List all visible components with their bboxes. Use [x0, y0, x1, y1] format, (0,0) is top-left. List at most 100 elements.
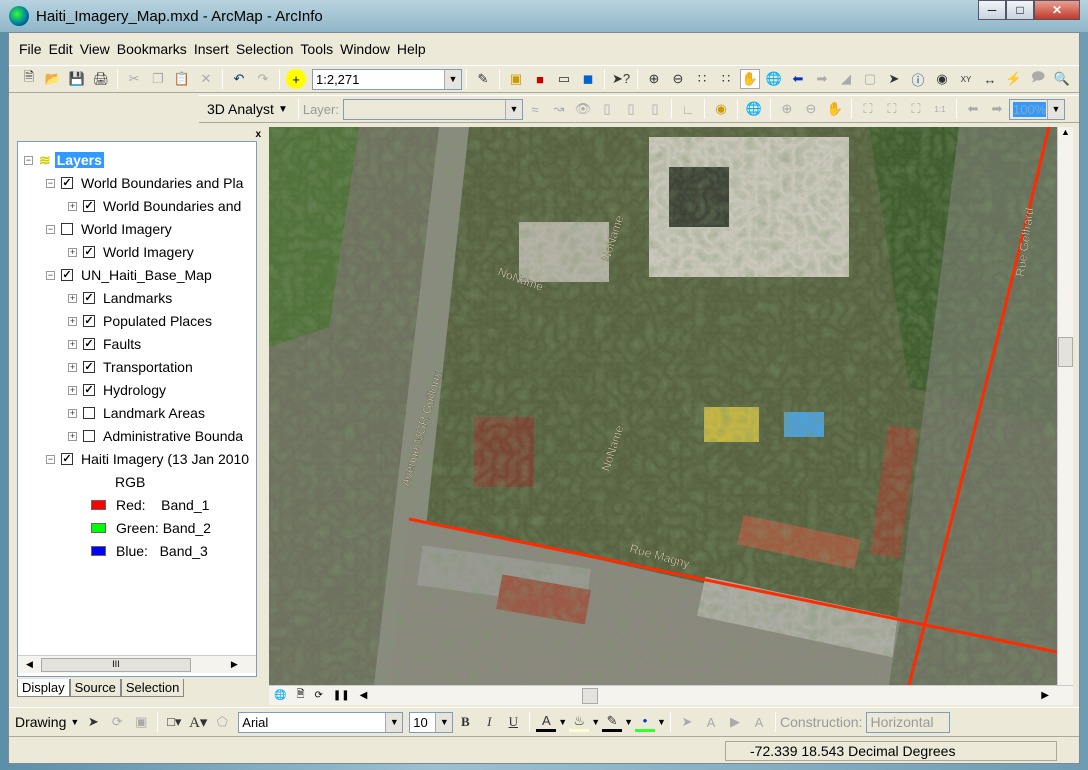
expand-icon[interactable]: +: [68, 339, 77, 349]
arctoolbox-icon[interactable]: ■: [530, 69, 550, 89]
layout-forward-icon[interactable]: ➡: [987, 99, 1007, 119]
toc-layer-item[interactable]: − ✓ World Boundaries and Pla: [46, 173, 243, 193]
layer-visibility-checkbox[interactable]: ✓: [83, 361, 95, 373]
minimize-button[interactable]: ─: [978, 0, 1006, 20]
measure-icon[interactable]: ↔: [980, 69, 1000, 89]
clear-selection-icon[interactable]: ▢: [860, 69, 880, 89]
tab-source[interactable]: Source: [69, 679, 121, 697]
forward-extent-arrow-icon[interactable]: ➡: [812, 69, 832, 89]
font-combo[interactable]: Arial ▼: [238, 711, 404, 733]
refresh-icon[interactable]: ⟳: [315, 690, 323, 701]
bold-icon[interactable]: B: [455, 712, 475, 732]
menu-help[interactable]: Help: [397, 41, 426, 57]
collapse-icon[interactable]: −: [46, 454, 55, 464]
layer-visibility-checkbox[interactable]: ✓: [61, 269, 73, 281]
interpolate-point-icon[interactable]: ▯: [597, 99, 617, 119]
select-elements-icon[interactable]: ➤: [83, 712, 103, 732]
line-of-sight-icon[interactable]: 👁: [573, 99, 593, 119]
expand-icon[interactable]: +: [68, 385, 77, 395]
maximize-button[interactable]: □: [1006, 0, 1034, 20]
delete-icon[interactable]: ✕: [196, 69, 216, 89]
menu-bookmarks[interactable]: Bookmarks: [117, 41, 187, 57]
follow-feature-icon[interactable]: ▶: [725, 712, 745, 732]
3d-analyst-menu[interactable]: 3D Analyst: [207, 101, 274, 117]
go-to-xy-icon[interactable]: XY: [956, 69, 976, 89]
pause-drawing-icon[interactable]: ❚❚: [333, 690, 350, 701]
zoom-100-icon[interactable]: 1:1: [930, 99, 950, 119]
toc-layer-item[interactable]: + ✓ World Boundaries and: [68, 196, 241, 216]
layout-zoom-combo[interactable]: 100% ▼: [1008, 98, 1065, 120]
layer-visibility-checkbox[interactable]: [83, 430, 95, 442]
redo-icon[interactable]: ↷: [253, 69, 273, 89]
expand-icon[interactable]: +: [68, 316, 77, 326]
layer-visibility-checkbox[interactable]: ✓: [83, 384, 95, 396]
chevron-down-icon[interactable]: ▼: [70, 717, 79, 727]
steepest-path-icon[interactable]: ↝: [549, 99, 569, 119]
layout-back-icon[interactable]: ⬅: [963, 99, 983, 119]
collapse-icon[interactable]: −: [46, 178, 55, 188]
toc-layer-item[interactable]: − World Imagery: [46, 219, 172, 239]
close-button[interactable]: ✕: [1034, 0, 1080, 20]
expand-icon[interactable]: +: [68, 408, 77, 418]
zoom-in-icon[interactable]: ⊕: [644, 69, 664, 89]
paste-icon[interactable]: 📋: [172, 69, 192, 89]
data-view-icon[interactable]: 🌐: [274, 690, 286, 701]
print-icon[interactable]: 🖨: [91, 69, 111, 89]
menu-selection[interactable]: Selection: [236, 41, 294, 57]
layout-zoom-in-icon[interactable]: ⊕: [777, 99, 797, 119]
rotate-icon[interactable]: ⟳: [107, 712, 127, 732]
arcscene-icon[interactable]: ◉: [711, 99, 731, 119]
layer-visibility-checkbox[interactable]: ✓: [61, 177, 73, 189]
scroll-thumb[interactable]: [1058, 337, 1073, 367]
tab-display[interactable]: Display: [17, 679, 70, 697]
menu-edit[interactable]: Edit: [49, 41, 73, 57]
select-elements-arrow-icon[interactable]: ➤: [884, 69, 904, 89]
arccatalog-icon[interactable]: ▣: [506, 69, 526, 89]
chevron-down-icon[interactable]: ▼: [1046, 99, 1064, 119]
menu-file[interactable]: File: [19, 41, 42, 57]
fixed-zoom-in-layout-icon[interactable]: ⛶: [882, 99, 902, 119]
layer-combo[interactable]: ▼: [342, 98, 523, 120]
editor-toolbar-icon[interactable]: ✎: [473, 69, 493, 89]
toc-layer-item[interactable]: + ✓ Transportation: [68, 357, 193, 377]
edit-annotation-icon[interactable]: ➤: [677, 712, 697, 732]
chevron-down-icon[interactable]: ▼: [504, 99, 522, 119]
drawing-menu[interactable]: Drawing: [15, 714, 66, 730]
font-size-combo[interactable]: 10 ▼: [409, 711, 454, 733]
open-folder-icon[interactable]: 📂: [43, 69, 63, 89]
italic-icon[interactable]: I: [479, 712, 499, 732]
toc-layer-item[interactable]: + ✓ Landmarks: [68, 288, 172, 308]
html-popup-icon[interactable]: 🗩: [1028, 69, 1048, 89]
command-line-icon[interactable]: ▭: [554, 69, 574, 89]
layer-visibility-checkbox[interactable]: ✓: [83, 292, 95, 304]
expand-icon[interactable]: +: [68, 431, 77, 441]
toc-layer-item[interactable]: + ✓ Hydrology: [68, 380, 166, 400]
copy-icon[interactable]: ❐: [148, 69, 168, 89]
edit-vertices-icon[interactable]: ⬠: [212, 712, 232, 732]
expand-icon[interactable]: +: [68, 362, 77, 372]
menu-view[interactable]: View: [80, 41, 110, 57]
expand-icon[interactable]: +: [68, 247, 77, 257]
tab-selection[interactable]: Selection: [120, 679, 185, 697]
find-binoculars-icon[interactable]: ◉: [932, 69, 952, 89]
toc-layer-item[interactable]: + ✓ World Imagery: [68, 242, 194, 262]
scroll-left-icon[interactable]: ◀: [360, 690, 368, 701]
full-extent-globe-icon[interactable]: 🌐: [764, 69, 784, 89]
map-vertical-scrollbar[interactable]: ▲: [1057, 127, 1073, 685]
layer-visibility-checkbox[interactable]: ✓: [83, 315, 95, 327]
undo-icon[interactable]: ↶: [229, 69, 249, 89]
whats-this-help-icon[interactable]: ➤?: [611, 69, 631, 89]
scroll-thumb[interactable]: III: [40, 657, 191, 672]
identify-icon[interactable]: ⓘ: [908, 69, 928, 89]
add-data-icon[interactable]: +: [286, 69, 306, 89]
layout-pan-icon[interactable]: ✋: [825, 99, 845, 119]
fill-color-icon[interactable]: ♨: [569, 712, 590, 732]
toc-layer-item[interactable]: − ≋ Layers: [24, 150, 104, 170]
cut-icon[interactable]: ✂: [124, 69, 144, 89]
contour-icon[interactable]: ≈: [525, 99, 545, 119]
toc-layer-item[interactable]: + ✓ Populated Places: [68, 311, 212, 331]
layer-visibility-checkbox[interactable]: ✓: [83, 338, 95, 350]
layer-visibility-checkbox[interactable]: ✓: [83, 246, 95, 258]
font-color-icon[interactable]: A: [536, 712, 557, 732]
close-icon[interactable]: x: [255, 129, 261, 140]
